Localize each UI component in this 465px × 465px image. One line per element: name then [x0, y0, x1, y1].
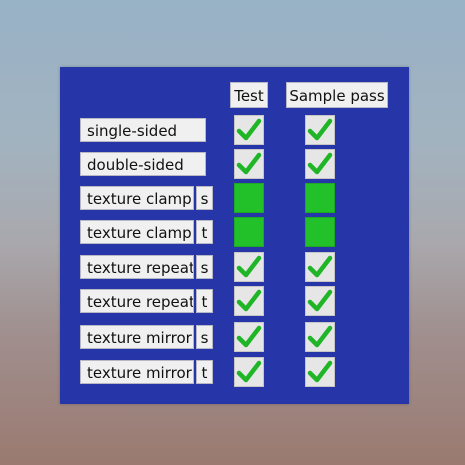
test-result-check — [234, 322, 264, 352]
row-axis: s — [196, 325, 213, 349]
checkmark-icon — [236, 360, 262, 383]
test-result-check — [234, 149, 264, 179]
table-row: texture mirror s — [0, 322, 465, 352]
row-axis: s — [196, 186, 213, 210]
checkmark-icon — [307, 325, 333, 348]
row-axis: s — [196, 255, 213, 279]
header-sample-pass: Sample pass — [286, 82, 388, 108]
row-label: texture mirror — [80, 325, 194, 349]
checkmark-icon — [307, 152, 333, 175]
sample-result-check — [305, 322, 335, 352]
sample-result-check — [305, 286, 335, 316]
row-label: texture clamp — [80, 220, 194, 244]
row-axis: t — [196, 360, 213, 384]
table-row: texture clamp s — [0, 183, 465, 213]
row-label: double-sided — [80, 152, 206, 176]
sample-result-solid — [305, 217, 335, 247]
test-result-check — [234, 357, 264, 387]
row-label: texture repeat — [80, 289, 194, 313]
checkmark-icon — [236, 255, 262, 278]
test-result-solid — [234, 217, 264, 247]
row-label: texture repeat — [80, 255, 194, 279]
header-test: Test — [230, 82, 268, 108]
checkmark-icon — [236, 152, 262, 175]
table-row: texture clamp t — [0, 217, 465, 247]
checkmark-icon — [236, 325, 262, 348]
row-label: single-sided — [80, 118, 206, 142]
row-axis: t — [196, 289, 213, 313]
table-row: texture repeat t — [0, 286, 465, 316]
sample-result-check — [305, 115, 335, 145]
checkmark-icon — [236, 118, 262, 141]
sample-result-solid — [305, 183, 335, 213]
test-result-solid — [234, 183, 264, 213]
table-row: single-sided — [0, 115, 465, 145]
row-label: texture clamp — [80, 186, 194, 210]
row-axis: t — [196, 220, 213, 244]
sample-result-check — [305, 149, 335, 179]
checkmark-icon — [307, 360, 333, 383]
table-row: texture repeat s — [0, 252, 465, 282]
row-label: texture mirror — [80, 360, 194, 384]
test-result-check — [234, 286, 264, 316]
test-result-check — [234, 115, 264, 145]
table-row: texture mirror t — [0, 357, 465, 387]
test-result-check — [234, 252, 264, 282]
checkmark-icon — [236, 289, 262, 312]
table-row: double-sided — [0, 149, 465, 179]
sample-result-check — [305, 252, 335, 282]
checkmark-icon — [307, 255, 333, 278]
sample-result-check — [305, 357, 335, 387]
checkmark-icon — [307, 118, 333, 141]
checkmark-icon — [307, 289, 333, 312]
